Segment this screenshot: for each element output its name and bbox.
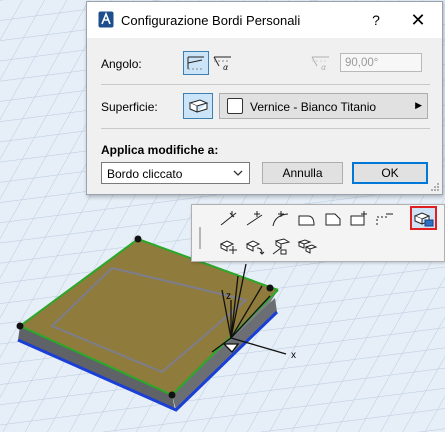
ok-button[interactable]: OK: [352, 162, 428, 184]
dialog-body: Angolo: α α 90,00° Superficie: Vernice -…: [87, 38, 442, 194]
edge-angle-disabled-icon: α: [311, 56, 329, 72]
chevron-right-icon: ▶: [415, 100, 422, 110]
help-button[interactable]: ?: [367, 11, 385, 29]
surface-label: Superficie:: [101, 100, 158, 114]
edge-chamfer-icon[interactable]: [322, 209, 344, 229]
edge-offset-plus-icon[interactable]: [244, 209, 266, 229]
custom-edge-settings-button[interactable]: [410, 206, 437, 230]
edge-curve-icon[interactable]: [270, 209, 292, 229]
angle-custom-button[interactable]: α: [211, 52, 235, 74]
chevron-down-icon: [233, 170, 243, 176]
close-button[interactable]: ✕: [409, 11, 427, 29]
edge-perpendicular-icon: [187, 56, 204, 70]
dialog-title: Configurazione Bordi Personali: [121, 13, 301, 28]
edge-remove-icon[interactable]: [374, 209, 396, 229]
offset-edge-icon[interactable]: [270, 236, 292, 256]
duplicate-edge-icon[interactable]: [296, 236, 318, 256]
surface-button[interactable]: [183, 93, 213, 119]
edge-tools-palette: [191, 204, 445, 262]
edge-offset-icon[interactable]: [218, 209, 240, 229]
surface-material-select[interactable]: Vernice - Bianco Titanio ▶: [219, 93, 428, 119]
edge-custom-angle-icon: α: [213, 56, 231, 72]
angle-perpendicular-button[interactable]: [183, 51, 209, 75]
angle-disabled-indicator: α: [309, 52, 333, 74]
svg-text:α: α: [223, 63, 229, 72]
custom-edge-settings-dialog: Configurazione Bordi Personali ? ✕ Angol…: [86, 1, 443, 195]
apply-scope-value: Bordo cliccato: [107, 167, 183, 181]
rotate-edge-icon[interactable]: [244, 236, 266, 256]
divider: [101, 128, 430, 129]
apply-scope-select[interactable]: Bordo cliccato: [101, 162, 250, 184]
edge-add-icon[interactable]: [348, 209, 370, 229]
angle-value-field[interactable]: 90,00°: [340, 53, 422, 72]
material-swatch: [227, 98, 243, 114]
custom-edge-settings-icon: [413, 212, 434, 227]
divider: [101, 84, 430, 85]
axis-x-label: x: [291, 350, 296, 361]
cancel-button[interactable]: Annulla: [262, 162, 343, 184]
move-edge-icon[interactable]: [218, 236, 240, 256]
palette-handle[interactable]: [198, 227, 202, 249]
edge-surface-icon: [188, 99, 209, 113]
angle-label: Angolo:: [101, 57, 142, 71]
axis-z-label: z: [226, 291, 231, 302]
resize-grip[interactable]: [431, 183, 440, 192]
archicad-app-icon: [98, 11, 114, 28]
apply-changes-label: Applica modifiche a:: [101, 143, 219, 157]
dialog-titlebar[interactable]: Configurazione Bordi Personali ? ✕: [87, 2, 442, 38]
svg-text:α: α: [321, 63, 327, 72]
edge-fillet-icon[interactable]: [296, 209, 318, 229]
surface-material-value: Vernice - Bianco Titanio: [250, 100, 377, 114]
